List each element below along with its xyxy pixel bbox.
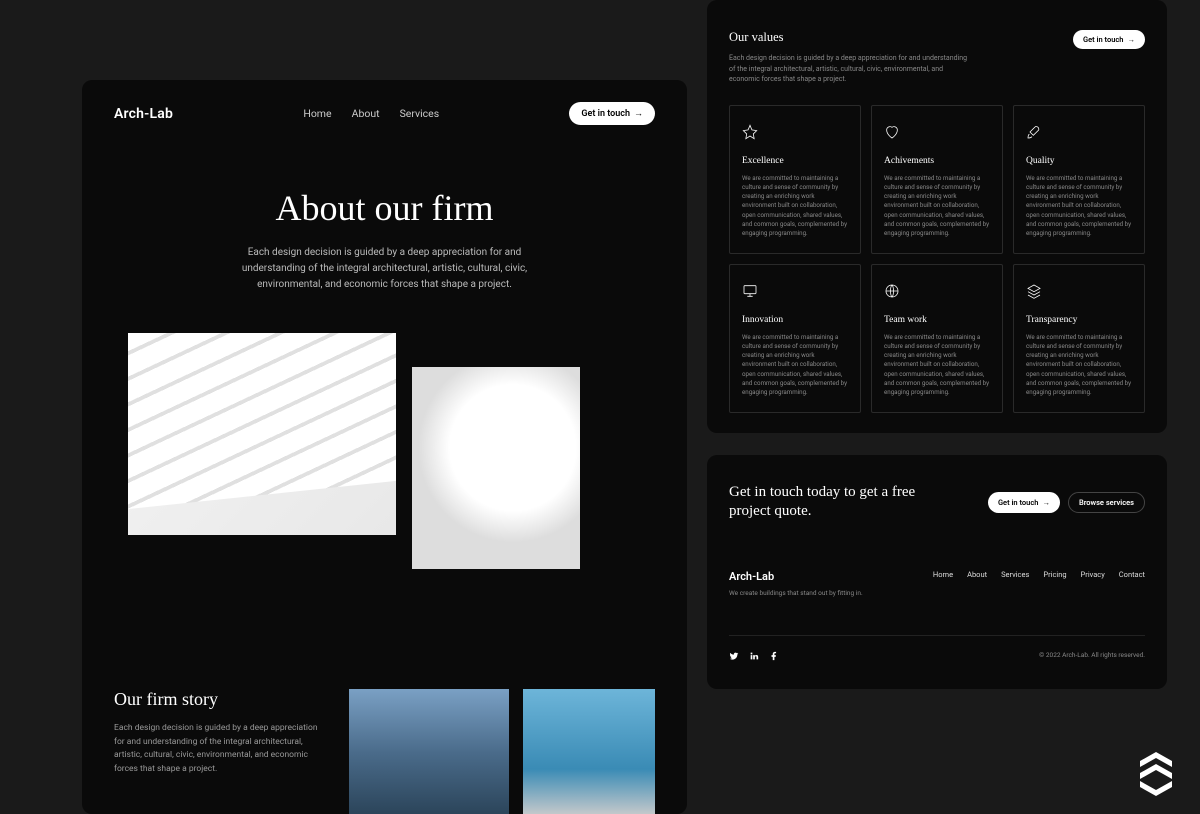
value-card-excellence: Excellence We are committed to maintaini…	[729, 105, 861, 254]
twitter-icon[interactable]	[729, 646, 739, 665]
social-links	[729, 646, 779, 665]
footer-nav-home[interactable]: Home	[933, 570, 953, 579]
values-title: Our values	[729, 30, 969, 45]
globe-icon	[884, 283, 900, 299]
footer-bottom: © 2022 Arch-Lab. All rights reserved.	[729, 635, 1145, 665]
about-panel: Arch-Lab Home About Services Get in touc…	[82, 80, 687, 814]
footer-nav-services[interactable]: Services	[1001, 570, 1029, 579]
value-body: We are committed to maintaining a cultur…	[884, 174, 990, 239]
heart-icon	[884, 124, 900, 140]
corner-logo-icon	[1132, 748, 1180, 800]
hero-subtitle: Each design decision is guided by a deep…	[215, 245, 555, 293]
value-title: Innovation	[742, 315, 848, 325]
footer-nav: Home About Services Pricing Privacy Cont…	[933, 570, 1145, 579]
values-subtitle: Each design decision is guided by a deep…	[729, 53, 969, 85]
value-title: Transparency	[1026, 315, 1132, 325]
footer-nav-pricing[interactable]: Pricing	[1043, 570, 1066, 579]
hero-image-1	[128, 333, 396, 535]
primary-nav: Home About Services	[303, 107, 439, 120]
monitor-icon	[742, 283, 758, 299]
value-card-teamwork: Team work We are committed to maintainin…	[871, 264, 1003, 413]
hero-images	[82, 293, 687, 569]
value-card-achievements: Achivements We are committed to maintain…	[871, 105, 1003, 254]
footer-panel: Get in touch today to get a free project…	[707, 455, 1167, 689]
cta-title: Get in touch today to get a free project…	[729, 483, 929, 522]
story-title: Our firm story	[114, 689, 329, 710]
value-title: Team work	[884, 315, 990, 325]
brand-logo[interactable]: Arch-Lab	[114, 106, 173, 122]
footer-top: Arch-Lab We create buildings that stand …	[729, 570, 1145, 597]
arrow-right-icon: →	[1128, 35, 1136, 44]
facebook-icon[interactable]	[769, 646, 779, 665]
value-body: We are committed to maintaining a cultur…	[1026, 174, 1132, 239]
cta-section: Get in touch today to get a free project…	[729, 483, 1145, 522]
value-body: We are committed to maintaining a cultur…	[1026, 333, 1132, 398]
copyright: © 2022 Arch-Lab. All rights reserved.	[1039, 651, 1145, 659]
story-image-2	[523, 689, 655, 814]
arrow-right-icon: →	[634, 108, 643, 119]
header: Arch-Lab Home About Services Get in touc…	[82, 80, 687, 147]
nav-services[interactable]: Services	[400, 107, 440, 120]
value-title: Excellence	[742, 156, 848, 166]
value-card-transparency: Transparency We are committed to maintai…	[1013, 264, 1145, 413]
nav-home[interactable]: Home	[303, 107, 331, 120]
value-body: We are committed to maintaining a cultur…	[742, 333, 848, 398]
layers-icon	[1026, 283, 1042, 299]
value-body: We are committed to maintaining a cultur…	[884, 333, 990, 398]
browse-services-button[interactable]: Browse services	[1068, 492, 1145, 513]
button-label: Get in touch	[998, 498, 1039, 507]
value-body: We are committed to maintaining a cultur…	[742, 174, 848, 239]
button-label: Get in touch	[1083, 35, 1124, 44]
get-in-touch-button[interactable]: Get in touch →	[1073, 30, 1145, 49]
star-icon	[742, 124, 758, 140]
hero-title: About our firm	[162, 187, 607, 229]
footer-nav-privacy[interactable]: Privacy	[1081, 570, 1105, 579]
button-label: Browse services	[1079, 498, 1134, 507]
button-label: Get in touch	[581, 109, 630, 119]
value-card-quality: Quality We are committed to maintaining …	[1013, 105, 1145, 254]
footer-nav-contact[interactable]: Contact	[1119, 570, 1145, 579]
footer-tagline: We create buildings that stand out by fi…	[729, 589, 863, 597]
story-section: Our firm story Each design decision is g…	[82, 569, 687, 814]
story-image-1	[349, 689, 509, 814]
value-title: Achivements	[884, 156, 990, 166]
value-title: Quality	[1026, 156, 1132, 166]
nav-about[interactable]: About	[352, 107, 380, 120]
get-in-touch-button[interactable]: Get in touch →	[988, 492, 1060, 513]
value-card-innovation: Innovation We are committed to maintaini…	[729, 264, 861, 413]
get-in-touch-button[interactable]: Get in touch →	[569, 102, 655, 125]
values-grid: Excellence We are committed to maintaini…	[729, 105, 1145, 413]
rocket-icon	[1026, 124, 1042, 140]
footer-nav-about[interactable]: About	[967, 570, 987, 579]
arrow-right-icon: →	[1042, 498, 1050, 507]
hero-image-2	[412, 367, 580, 569]
values-panel: Our values Each design decision is guide…	[707, 0, 1167, 433]
hero: About our firm Each design decision is g…	[82, 147, 687, 293]
story-subtitle: Each design decision is guided by a deep…	[114, 722, 329, 776]
footer-brand[interactable]: Arch-Lab	[729, 570, 863, 583]
linkedin-icon[interactable]	[749, 646, 759, 665]
